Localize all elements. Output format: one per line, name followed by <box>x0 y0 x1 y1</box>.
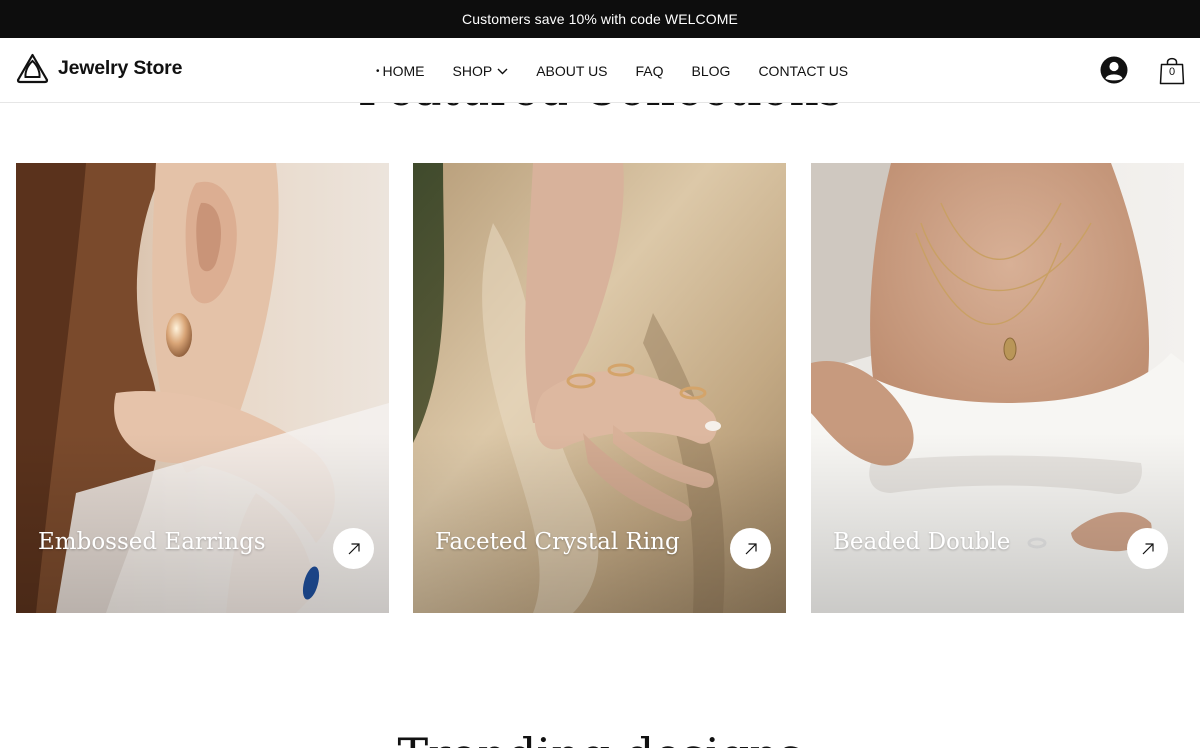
chevron-down-icon <box>497 68 508 74</box>
collection-arrow-button[interactable] <box>333 528 374 569</box>
gem-outline-icon <box>16 53 49 84</box>
collection-card-embossed-earrings[interactable]: Embossed Earrings <box>16 163 389 613</box>
logo-text: Jewelry Store <box>58 57 183 79</box>
nav-about-label: ABOUT US <box>536 63 608 79</box>
site-header: Jewelry Store HOME SHOP ABOUT US FAQ BLO… <box>0 38 1200 103</box>
featured-collections-grid: Embossed Earrings Faceted Crystal Ring B… <box>16 163 1184 613</box>
collection-label: Embossed Earrings <box>38 529 266 555</box>
store-logo[interactable]: Jewelry Store <box>16 53 182 84</box>
nav-contact-label: CONTACT US <box>758 63 849 79</box>
collection-arrow-button[interactable] <box>730 528 771 569</box>
main-nav: HOME SHOP ABOUT US FAQ BLOG CONTACT US <box>376 63 876 79</box>
nav-about-us[interactable]: ABOUT US <box>536 63 607 79</box>
nav-home-label: HOME <box>382 63 425 79</box>
arrow-up-right-icon <box>348 542 360 554</box>
cart-count: 0 <box>1168 66 1176 78</box>
collection-label: Faceted Crystal Ring <box>435 529 680 555</box>
nav-home[interactable]: HOME <box>376 63 425 79</box>
cart-button[interactable]: 0 <box>1159 55 1185 85</box>
collection-card-faceted-crystal-ring[interactable]: Faceted Crystal Ring <box>413 163 786 613</box>
trending-designs-title: Trending designs <box>0 728 1200 748</box>
collection-label: Beaded Double <box>833 529 1011 555</box>
collection-arrow-button[interactable] <box>1127 528 1168 569</box>
nav-blog[interactable]: BLOG <box>692 63 731 79</box>
collection-card-beaded-double[interactable]: Beaded Double <box>811 163 1184 613</box>
arrow-up-right-icon <box>1142 542 1154 554</box>
nav-shop[interactable]: SHOP <box>453 63 509 79</box>
nav-faq-label: FAQ <box>635 63 664 79</box>
arrow-up-right-icon <box>745 542 757 554</box>
announcement-bar: Customers save 10% with code WELCOME <box>0 0 1200 38</box>
nav-shop-label: SHOP <box>452 63 493 79</box>
nav-blog-label: BLOG <box>691 63 731 79</box>
nav-faq[interactable]: FAQ <box>636 63 664 79</box>
announcement-text: Customers save 10% with code WELCOME <box>462 11 738 27</box>
user-avatar-icon[interactable] <box>1100 56 1128 84</box>
nav-contact-us[interactable]: CONTACT US <box>758 63 848 79</box>
